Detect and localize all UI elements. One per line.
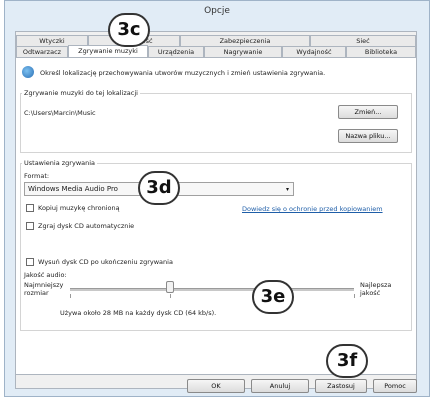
location-group <box>20 93 412 153</box>
location-legend: Zgrywanie muzyki do tej lokalizacji <box>22 89 140 97</box>
tab-burn[interactable]: Nagrywanie <box>204 46 282 57</box>
callout-3d: 3d <box>138 171 180 205</box>
slider-tick <box>354 294 355 298</box>
quality-slider-track[interactable] <box>70 288 354 291</box>
cd-rip-icon <box>22 66 34 78</box>
tab-row-front: Odtwarzacz Zgrywanie muzyki Urządzenia N… <box>16 45 416 58</box>
usage-text: Używa około 28 MB na każdy dysk CD (64 k… <box>60 309 217 317</box>
callout-3f: 3f <box>326 344 368 378</box>
auto-rip-label: Zgraj dysk CD automatycznie <box>38 222 135 230</box>
help-button[interactable]: Pomoc <box>373 379 417 393</box>
quality-slider-thumb[interactable] <box>166 281 174 293</box>
options-dialog: Opcje Wtyczki Prywatność Zabezpieczenia … <box>4 0 430 397</box>
change-location-button[interactable]: Zmień... <box>338 105 398 119</box>
tab-library[interactable]: Biblioteka <box>346 46 416 57</box>
format-label: Format: <box>24 172 50 180</box>
tab-devices[interactable]: Urządzenia <box>148 46 204 57</box>
window-title: Opcje <box>204 6 230 16</box>
tab-player[interactable]: Odtwarzacz <box>16 46 68 57</box>
copy-protect-label: Kopiuj muzykę chronioną <box>38 204 120 212</box>
tab-security[interactable]: Zabezpieczenia <box>180 35 310 46</box>
callout-3e: 3e <box>252 280 294 314</box>
max-quality-label: Najlepsza jakość <box>360 281 392 297</box>
callout-3c: 3c <box>108 13 150 47</box>
eject-checkbox[interactable] <box>26 258 34 266</box>
rip-music-panel: Określ lokalizację przechowywania utworó… <box>15 57 417 375</box>
filename-button[interactable]: Nazwa pliku... <box>338 129 398 143</box>
auto-rip-checkbox[interactable] <box>26 222 34 230</box>
chevron-down-icon: ▾ <box>285 186 289 193</box>
intro-text: Określ lokalizację przechowywania utworó… <box>40 69 326 77</box>
slider-tick <box>170 294 171 298</box>
location-path: C:\Users\Marcin\Music <box>24 109 96 117</box>
slider-tick <box>70 294 71 298</box>
audio-quality-label: Jakość audio: <box>24 271 67 279</box>
tab-performance[interactable]: Wydajność <box>282 46 346 57</box>
settings-legend: Ustawienia zgrywania <box>22 159 98 167</box>
cancel-button[interactable]: Anuluj <box>251 379 309 393</box>
format-value: Windows Media Audio Pro <box>28 185 118 193</box>
apply-button[interactable]: Zastosuj <box>315 379 367 393</box>
min-size-label: Najmniejszy rozmiar <box>24 281 64 297</box>
ok-button[interactable]: OK <box>187 379 245 393</box>
tab-network[interactable]: Sieć <box>310 35 416 46</box>
copy-protection-link[interactable]: Dowiedz się o ochronie przed kopiowaniem <box>242 205 383 213</box>
copy-protect-checkbox[interactable] <box>26 204 34 212</box>
eject-label: Wysuń dysk CD po ukończeniu zgrywania <box>38 258 173 266</box>
